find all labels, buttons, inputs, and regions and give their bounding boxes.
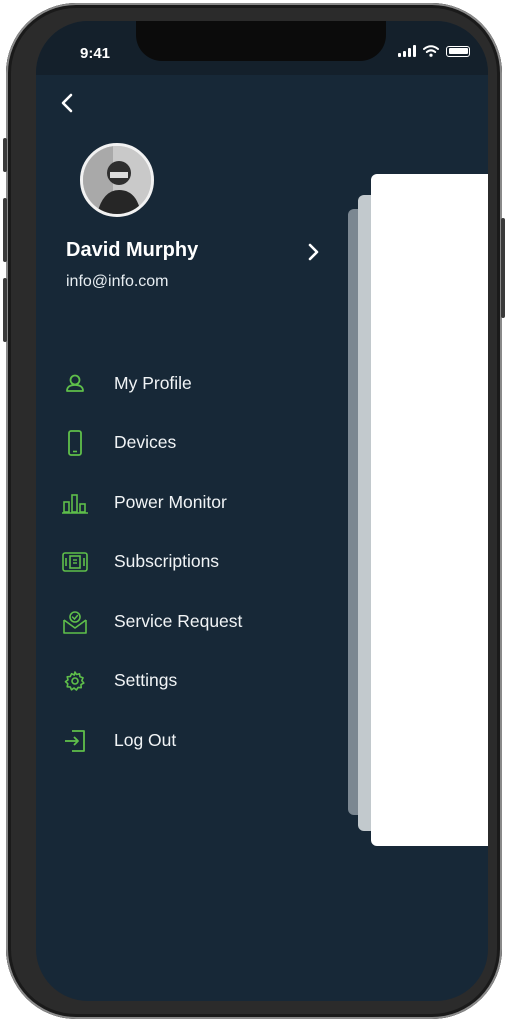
subscription-icon	[62, 552, 88, 572]
volume-down-button	[3, 278, 7, 342]
avatar-photo	[83, 146, 151, 214]
back-arrow-icon[interactable]	[58, 91, 78, 115]
menu-item-label: Settings	[114, 669, 178, 690]
status-time: 9:41	[80, 45, 111, 62]
user-icon	[66, 374, 84, 392]
phone-frame: 9:41 David Murphy info@info.com My Profi…	[3, 3, 505, 1019]
gear-icon	[64, 671, 85, 691]
menu-item-devices[interactable]: Devices	[36, 422, 336, 462]
menu-item-label: Log Out	[114, 729, 177, 750]
main-content-preview[interactable]	[371, 174, 488, 846]
status-icons	[398, 45, 470, 57]
phone-icon	[68, 430, 82, 456]
menu-item-log-out[interactable]: Log Out	[36, 720, 336, 760]
menu-item-label: Devices	[114, 431, 177, 452]
notch	[136, 21, 386, 61]
menu-item-label: Subscriptions	[114, 550, 220, 571]
screen: 9:41 David Murphy info@info.com My Profi…	[36, 21, 488, 1001]
avatar[interactable]	[80, 143, 154, 217]
menu-item-label: Power Monitor	[114, 491, 227, 512]
user-email: info@info.com	[66, 273, 169, 290]
bar-chart-icon	[62, 494, 88, 514]
user-name: David Murphy	[66, 239, 199, 261]
wifi-icon	[423, 45, 439, 57]
volume-up-button	[3, 198, 7, 262]
menu-item-label: My Profile	[114, 372, 192, 393]
battery-icon	[446, 45, 470, 57]
menu-item-power-monitor[interactable]: Power Monitor	[36, 482, 336, 522]
menu-item-label: Service Request	[114, 610, 243, 631]
logout-icon	[65, 730, 85, 752]
menu-item-my-profile[interactable]: My Profile	[36, 363, 336, 403]
service-request-icon	[63, 611, 87, 634]
menu-item-settings[interactable]: Settings	[36, 660, 336, 700]
menu-item-subscriptions[interactable]: Subscriptions	[36, 541, 336, 581]
signal-icon	[398, 45, 416, 57]
chevron-right-icon[interactable]	[304, 241, 324, 263]
mute-switch	[3, 138, 7, 172]
side-button	[501, 218, 505, 318]
menu-item-service-request[interactable]: Service Request	[36, 601, 336, 641]
